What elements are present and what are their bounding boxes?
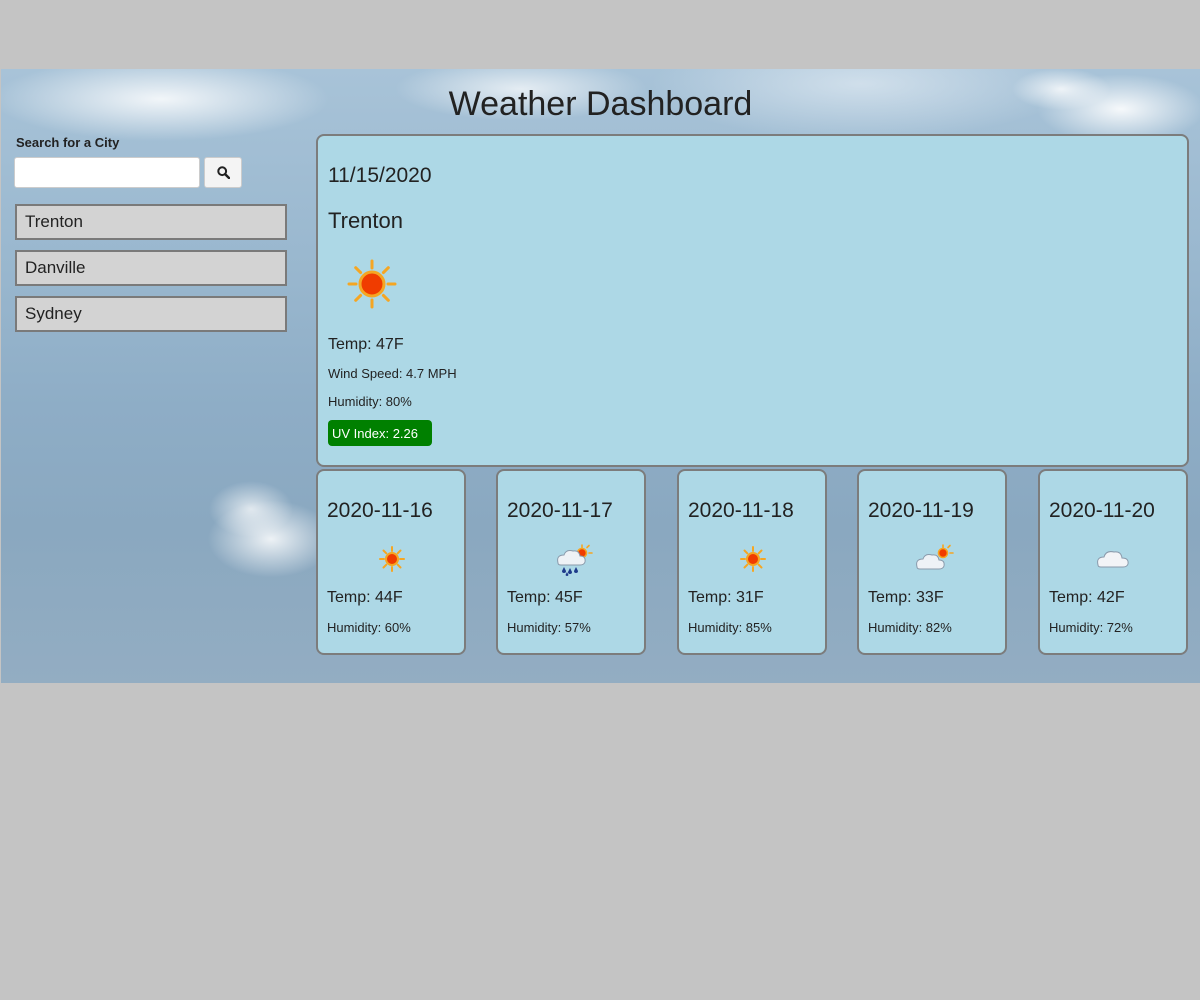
- cloud-sun-icon: [916, 544, 954, 570]
- history-item-sydney[interactable]: Sydney: [15, 296, 287, 332]
- forecast-card: 2020-11-16 Temp: 44F Humidity: 60%: [316, 469, 466, 655]
- rain-cloud-sun-icon: [557, 544, 593, 577]
- forecast-card: 2020-11-19 Temp: 33F Humidity: 82%: [857, 469, 1007, 655]
- forecast-humidity: Humidity: 60%: [327, 620, 411, 635]
- forecast-date: 2020-11-16: [327, 499, 433, 522]
- page-title: Weather Dashboard: [448, 85, 753, 123]
- cloud-icon: [1097, 551, 1129, 568]
- forecast-humidity: Humidity: 72%: [1049, 620, 1133, 635]
- search-button[interactable]: [204, 157, 242, 188]
- search-label: Search for a City: [16, 135, 120, 150]
- current-weather-card: 11/15/2020 Trenton Temp: 47F Wind Speed:…: [316, 134, 1189, 467]
- forecast-humidity: Humidity: 85%: [688, 620, 772, 635]
- dashboard: Weather Dashboard Search for a City Tren…: [1, 69, 1200, 683]
- search-history: Trenton Danville Sydney: [15, 204, 287, 342]
- sun-icon: [346, 258, 398, 315]
- forecast-card: 2020-11-18 Temp: 31F Humidity: 85%: [677, 469, 827, 655]
- current-temp: Temp: 47F: [328, 336, 404, 353]
- sun-icon: [379, 546, 405, 572]
- search-input[interactable]: [14, 157, 200, 188]
- forecast-date: 2020-11-20: [1049, 499, 1155, 522]
- forecast-card: 2020-11-17 Temp: 45F Humidity: 57%: [496, 469, 646, 655]
- forecast-card: 2020-11-20 Temp: 42F Humidity: 72%: [1038, 469, 1188, 655]
- forecast-humidity: Humidity: 57%: [507, 620, 591, 635]
- search-icon: [216, 166, 230, 179]
- forecast-humidity: Humidity: 82%: [868, 620, 952, 635]
- forecast-temp: Temp: 33F: [868, 589, 944, 606]
- forecast-temp: Temp: 44F: [327, 589, 403, 606]
- sun-icon: [740, 546, 766, 572]
- current-wind-speed: Wind Speed: 4.7 MPH: [328, 366, 457, 381]
- history-item-danville[interactable]: Danville: [15, 250, 287, 286]
- forecast-temp: Temp: 45F: [507, 589, 583, 606]
- history-item-trenton[interactable]: Trenton: [15, 204, 287, 240]
- uv-index-badge: UV Index: 2.26: [328, 420, 432, 446]
- forecast-date: 2020-11-19: [868, 499, 974, 522]
- forecast-temp: Temp: 42F: [1049, 589, 1125, 606]
- forecast-date: 2020-11-17: [507, 499, 613, 522]
- current-date: 11/15/2020: [328, 164, 432, 187]
- top-band: [0, 0, 1200, 69]
- forecast-date: 2020-11-18: [688, 499, 794, 522]
- current-city: Trenton: [328, 208, 404, 233]
- current-humidity: Humidity: 80%: [328, 394, 412, 409]
- forecast-temp: Temp: 31F: [688, 589, 764, 606]
